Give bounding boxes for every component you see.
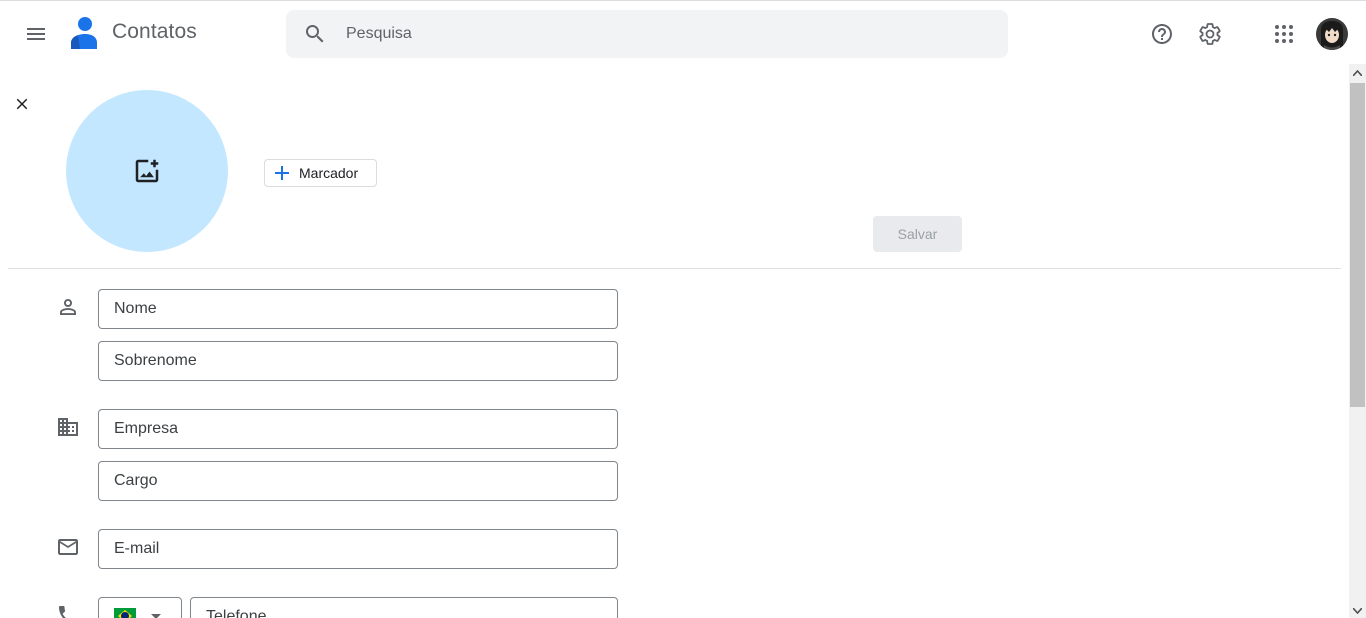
job-title-field[interactable] — [98, 461, 618, 501]
email-input[interactable] — [114, 540, 604, 558]
email-field[interactable] — [98, 529, 618, 569]
last-name-field[interactable] — [98, 341, 618, 381]
company-input[interactable] — [114, 420, 604, 438]
close-icon — [16, 98, 28, 110]
company-field[interactable] — [98, 409, 618, 449]
contacts-logo-icon — [71, 17, 97, 49]
avatar-icon — [1316, 18, 1348, 50]
account-avatar[interactable] — [1316, 18, 1348, 50]
section-divider — [8, 268, 1341, 269]
scroll-thumb[interactable] — [1350, 83, 1365, 407]
last-name-input[interactable] — [114, 352, 604, 370]
dropdown-caret-icon — [151, 614, 161, 618]
settings-button[interactable] — [1190, 14, 1230, 54]
page-scrollbar[interactable] — [1349, 64, 1366, 618]
company-icon — [58, 418, 78, 436]
phone-input[interactable] — [206, 608, 606, 618]
help-button[interactable] — [1142, 14, 1182, 54]
plus-icon — [275, 166, 289, 180]
add-photo-icon — [135, 159, 159, 183]
add-label-button[interactable]: Marcador — [264, 159, 377, 187]
scroll-down-button[interactable] — [1349, 602, 1366, 618]
phone-field[interactable] — [190, 597, 618, 618]
main-menu-button[interactable] — [16, 14, 56, 54]
add-label-text: Marcador — [299, 165, 359, 181]
app-title: Contatos — [112, 20, 197, 43]
first-name-field[interactable] — [98, 289, 618, 329]
person-icon — [60, 299, 76, 315]
help-icon — [1152, 24, 1172, 44]
apps-button[interactable] — [1264, 14, 1304, 54]
close-button[interactable] — [6, 88, 38, 120]
search-bar[interactable] — [286, 10, 1008, 58]
save-button[interactable]: Salvar — [873, 216, 962, 252]
chevron-up-icon — [1353, 69, 1362, 76]
first-name-input[interactable] — [114, 300, 604, 318]
search-input[interactable] — [346, 25, 946, 43]
job-title-input[interactable] — [114, 472, 604, 490]
apps-icon — [1275, 25, 1293, 43]
contacts-logo[interactable] — [68, 16, 98, 50]
scroll-up-button[interactable] — [1349, 64, 1366, 81]
country-code-select[interactable] — [98, 597, 182, 618]
brazil-flag-icon — [114, 608, 136, 618]
chevron-down-icon — [1353, 607, 1362, 614]
add-photo-button[interactable] — [66, 90, 228, 252]
email-icon — [58, 539, 78, 555]
menu-icon — [27, 28, 45, 40]
settings-icon — [1199, 23, 1221, 45]
search-icon[interactable] — [303, 22, 327, 46]
contact-editor-page: Contatos Pesquisa Marcador Salvar Nome S… — [0, 0, 1366, 618]
phone-icon — [59, 606, 73, 618]
